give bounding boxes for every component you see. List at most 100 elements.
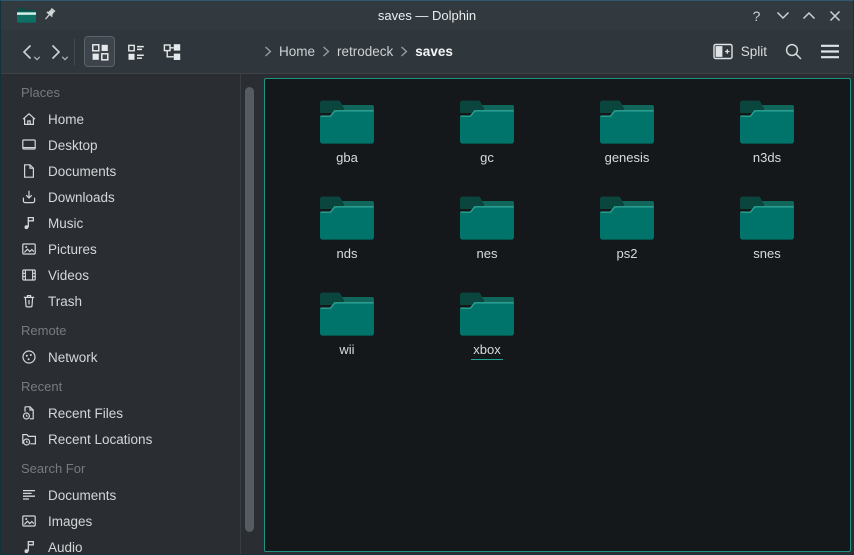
forward-button[interactable]: [41, 36, 69, 68]
folder-icon: [318, 194, 376, 240]
split-button[interactable]: Split: [713, 43, 767, 60]
breadcrumb-chevron-icon: [322, 46, 330, 57]
sidebar-item-label: Documents: [48, 488, 116, 503]
folder-icon: [738, 98, 796, 144]
sidebar-item-network[interactable]: Network: [1, 344, 264, 370]
toolbar-right: Split: [713, 30, 840, 73]
maximize-button[interactable]: [799, 6, 818, 25]
network-icon: [21, 349, 37, 365]
breadcrumb-segment-retrodeck[interactable]: retrodeck: [337, 44, 393, 59]
sidebar-item-label: Trash: [48, 294, 82, 309]
home-icon: [21, 111, 37, 127]
sidebar-item-recent-locations[interactable]: Recent Locations: [1, 426, 264, 452]
folder-icon: [318, 98, 376, 144]
folder-icon: [598, 194, 656, 240]
breadcrumb-segment-home[interactable]: Home: [279, 44, 315, 59]
folder-n3ds[interactable]: n3ds: [697, 98, 837, 194]
sidebar-item-recent-files[interactable]: Recent Files: [1, 400, 264, 426]
sidebar-item-videos[interactable]: Videos: [1, 262, 264, 288]
sidebar-item-images[interactable]: Images: [1, 508, 264, 534]
back-dropdown-caret[interactable]: [33, 48, 41, 66]
back-button[interactable]: [13, 36, 41, 68]
close-icon: [829, 10, 841, 22]
folder-label: ps2: [615, 246, 640, 264]
sidebar-item-home[interactable]: Home: [1, 106, 264, 132]
sidebar-section-recent: Recent Recent Files Recent Locations: [1, 374, 264, 452]
folder-label: genesis: [603, 150, 652, 168]
folder-snes[interactable]: snes: [697, 194, 837, 290]
sidebar-item-desktop[interactable]: Desktop: [1, 132, 264, 158]
minimize-button[interactable]: [773, 6, 792, 25]
sidebar-section-label: Places: [1, 80, 264, 106]
sidebar-item-documents[interactable]: Documents: [1, 482, 264, 508]
sidebar-item-label: Recent Files: [48, 406, 123, 421]
file-clock-icon: [21, 405, 37, 421]
icons-view-button[interactable]: [84, 36, 115, 67]
image-icon: [21, 513, 37, 529]
sidebar-section-places: Places Home DesktopDocumentsDownloads Music…: [1, 80, 264, 314]
folder-label: snes: [751, 246, 782, 264]
folder-wii[interactable]: wii: [277, 290, 417, 386]
folder-grid: gba gc genesis n3ds nds nes ps2: [265, 79, 850, 386]
sidebar-item-label: Videos: [48, 268, 89, 283]
hamburger-menu-button[interactable]: [820, 44, 840, 59]
toolbar-left: [13, 30, 192, 73]
sidebar-item-label: Home: [48, 112, 84, 127]
folder-xbox[interactable]: xbox: [417, 290, 557, 386]
folder-nes[interactable]: nes: [417, 194, 557, 290]
sidebar-divider: [240, 74, 241, 554]
folder-label: wii: [337, 342, 356, 360]
chevron-up-icon: [802, 11, 816, 20]
sidebar-item-label: Pictures: [48, 242, 97, 257]
sidebar-item-label: Music: [48, 216, 83, 231]
toolbar-separator: [74, 39, 75, 65]
sidebar-item-label: Audio: [48, 540, 83, 555]
folder-label: nes: [475, 246, 500, 264]
split-label: Split: [741, 44, 767, 59]
folder-icon: [738, 194, 796, 240]
breadcrumb: Home retrodeck saves: [264, 30, 453, 73]
dolphin-window: saves — Dolphin ?: [0, 0, 854, 555]
toolbar: Home retrodeck saves Split: [1, 30, 853, 74]
sidebar-section-remote: RemoteNetwork: [1, 318, 264, 370]
split-icon: [713, 43, 733, 60]
search-button[interactable]: [784, 42, 803, 61]
folder-icon: [458, 98, 516, 144]
image-icon: [21, 241, 37, 257]
folder-gc[interactable]: gc: [417, 98, 557, 194]
sidebar-item-trash[interactable]: Trash: [1, 288, 264, 314]
sidebar-item-music[interactable]: Music: [1, 210, 264, 236]
folder-label: n3ds: [751, 150, 783, 168]
folder-clock-icon: [21, 431, 37, 447]
sidebar-item-pictures[interactable]: Pictures: [1, 236, 264, 262]
sidebar-section-label: Search For: [1, 456, 264, 482]
content-area: PlacesHomeDesktopDocumentsDownloadsMusic…: [1, 74, 853, 554]
download-icon: [21, 189, 37, 205]
folder-gba[interactable]: gba: [277, 98, 417, 194]
desktop-icon: [21, 137, 37, 153]
close-button[interactable]: [825, 6, 844, 25]
text-lines-icon: [21, 487, 37, 503]
breadcrumb-segment-saves[interactable]: saves: [415, 44, 453, 59]
sidebar-scrollbar[interactable]: [245, 87, 254, 532]
sidebar-item-downloads[interactable]: Downloads: [1, 184, 264, 210]
details-view-button[interactable]: [120, 36, 151, 67]
folder-icon: [318, 290, 376, 336]
folder-ps2[interactable]: ps2: [557, 194, 697, 290]
folder-genesis[interactable]: genesis: [557, 98, 697, 194]
folder-label: gba: [334, 150, 360, 168]
window-controls: ?: [747, 1, 844, 30]
sidebar-item-documents[interactable]: Documents: [1, 158, 264, 184]
chevron-down-icon: [776, 11, 790, 20]
sidebar-section-label: Recent: [1, 374, 264, 400]
music-note-icon: [21, 215, 37, 231]
forward-dropdown-caret[interactable]: [61, 48, 69, 66]
help-button[interactable]: ?: [747, 6, 766, 25]
breadcrumb-chevron-icon: [264, 46, 272, 57]
sidebar-item-audio[interactable]: Audio: [1, 534, 264, 554]
tree-view-button[interactable]: [156, 36, 187, 67]
folder-icon: [458, 290, 516, 336]
window-title: saves — Dolphin: [1, 1, 853, 30]
folder-nds[interactable]: nds: [277, 194, 417, 290]
folder-view-panel[interactable]: gba gc genesis n3ds nds nes ps2: [264, 78, 851, 552]
